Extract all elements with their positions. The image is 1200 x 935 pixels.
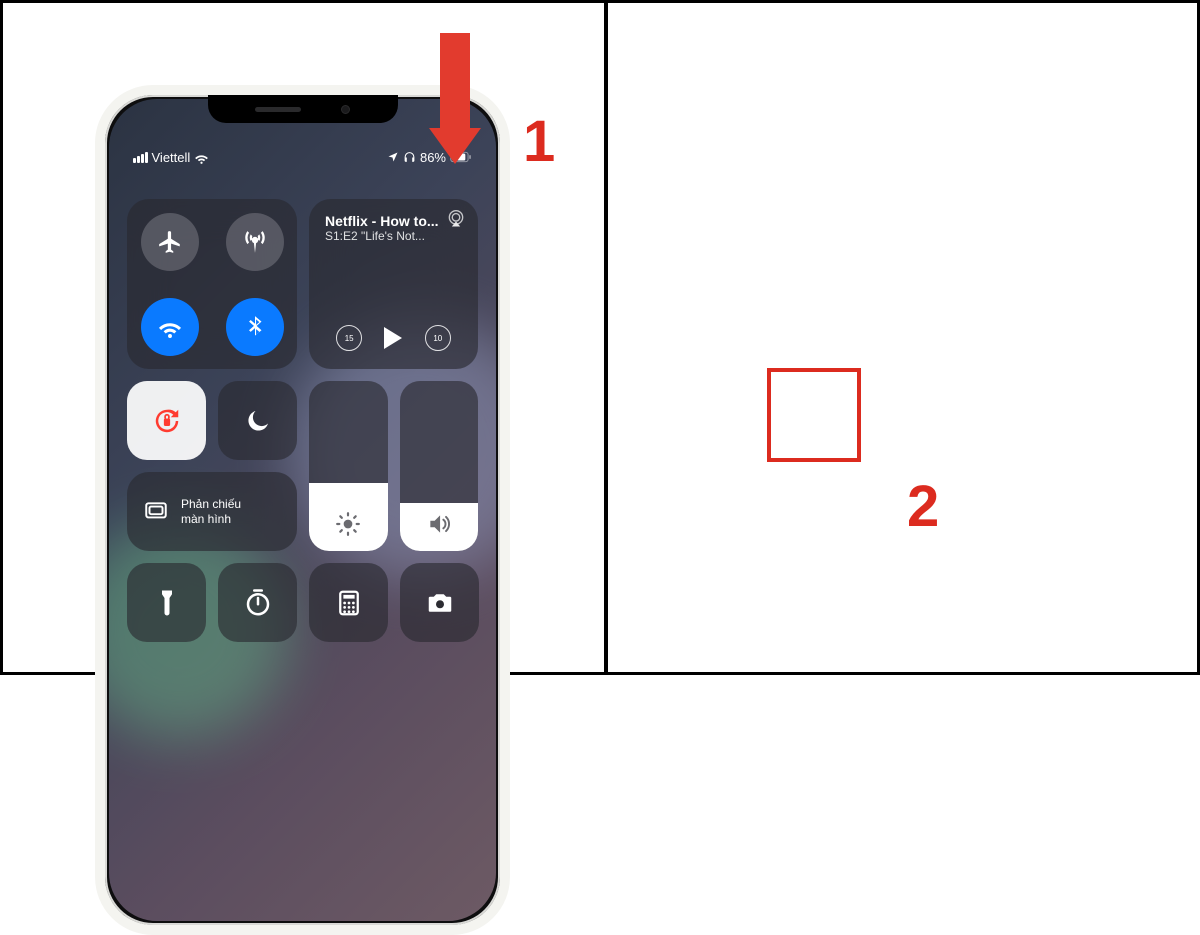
- carrier-label: Viettell: [152, 150, 191, 165]
- cellular-data-toggle[interactable]: [226, 213, 284, 271]
- step-2-number: 2: [907, 473, 939, 540]
- brightness-icon: [335, 511, 361, 537]
- step-1-number: 1: [523, 108, 555, 175]
- screen-mirror-icon: [143, 499, 169, 525]
- screen-mirroring-button[interactable]: Phản chiếu màn hình: [127, 472, 297, 551]
- step-1-arrow: [433, 33, 477, 164]
- control-center: Netflix - How to... S1:E2 "Life's Not...…: [127, 199, 478, 642]
- cell-signal-icon: [133, 152, 148, 163]
- step-1-frame: Viettell 86%: [0, 0, 608, 675]
- iphone-device: Viettell 86%: [95, 85, 510, 935]
- brightness-slider[interactable]: [309, 381, 388, 551]
- phone-notch: [208, 95, 398, 123]
- step-2-frame: Phản chiếu màn hình: [604, 0, 1200, 675]
- media-subtitle: S1:E2 "Life's Not...: [325, 229, 462, 243]
- antenna-icon: [242, 229, 268, 255]
- screen-mirror-label-1: Phản chiếu: [181, 497, 241, 512]
- play-button[interactable]: [384, 327, 402, 349]
- flashlight-button[interactable]: [127, 563, 206, 642]
- orientation-lock-icon: [152, 406, 182, 436]
- calculator-button[interactable]: [309, 563, 388, 642]
- wifi-toggle[interactable]: [141, 298, 199, 356]
- step-2-highlight: [767, 368, 861, 462]
- orientation-lock-toggle[interactable]: [127, 381, 206, 460]
- skip-back-button[interactable]: 15: [336, 325, 362, 351]
- headphones-icon: [403, 151, 416, 164]
- wifi-icon: [194, 150, 209, 165]
- airplay-icon[interactable]: [446, 209, 466, 229]
- do-not-disturb-toggle[interactable]: [218, 381, 297, 460]
- volume-icon: [426, 511, 452, 537]
- timer-button[interactable]: [218, 563, 297, 642]
- phone-screen: Viettell 86%: [109, 99, 496, 921]
- moon-icon: [243, 406, 273, 436]
- bluetooth-toggle[interactable]: [226, 298, 284, 356]
- skip-forward-button[interactable]: 10: [425, 325, 451, 351]
- bluetooth-icon: [242, 314, 268, 340]
- camera-icon: [425, 588, 455, 618]
- flashlight-icon: [152, 588, 182, 618]
- wifi-icon: [157, 314, 183, 340]
- location-icon: [387, 151, 399, 163]
- camera-button[interactable]: [400, 563, 479, 642]
- media-panel[interactable]: Netflix - How to... S1:E2 "Life's Not...…: [309, 199, 478, 369]
- airplane-icon: [157, 229, 183, 255]
- media-title: Netflix - How to...: [325, 213, 462, 229]
- timer-icon: [243, 588, 273, 618]
- airplane-mode-toggle[interactable]: [141, 213, 199, 271]
- calculator-icon: [334, 588, 364, 618]
- screen-mirror-label-2: màn hình: [181, 512, 241, 527]
- connectivity-panel[interactable]: [127, 199, 297, 369]
- volume-slider[interactable]: [400, 381, 479, 551]
